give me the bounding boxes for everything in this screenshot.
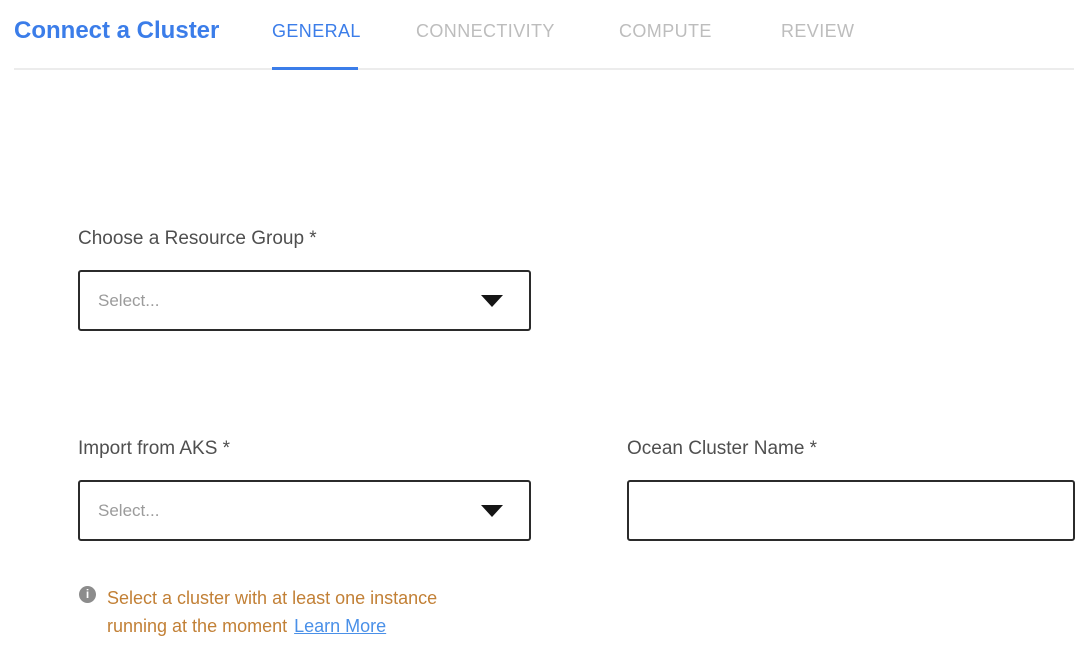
learn-more-link[interactable]: Learn More <box>294 616 386 636</box>
resource-group-label: Choose a Resource Group * <box>78 228 317 250</box>
tab-review[interactable]: REVIEW <box>781 21 854 42</box>
chevron-down-icon <box>481 295 503 307</box>
header-divider <box>14 68 1074 70</box>
resource-group-placeholder: Select... <box>98 291 159 311</box>
page-title: Connect a Cluster <box>14 17 219 45</box>
import-aks-placeholder: Select... <box>98 501 159 521</box>
active-tab-underline <box>272 67 358 70</box>
resource-group-select[interactable]: Select... <box>78 270 531 331</box>
import-aks-select[interactable]: Select... <box>78 480 531 541</box>
tab-general[interactable]: GENERAL <box>272 21 361 42</box>
tab-connectivity[interactable]: CONNECTIVITY <box>416 21 555 42</box>
tab-compute[interactable]: COMPUTE <box>619 21 712 42</box>
connect-cluster-page: Connect a Cluster GENERAL CONNECTIVITY C… <box>0 0 1088 654</box>
info-message: Select a cluster with at least one insta… <box>107 584 489 640</box>
info-message-text: Select a cluster with at least one insta… <box>107 588 437 636</box>
ocean-cluster-name-label: Ocean Cluster Name * <box>627 438 817 460</box>
import-aks-label: Import from AKS * <box>78 438 230 460</box>
ocean-cluster-name-input[interactable] <box>627 480 1075 541</box>
chevron-down-icon <box>481 505 503 517</box>
info-icon: i <box>79 586 96 603</box>
